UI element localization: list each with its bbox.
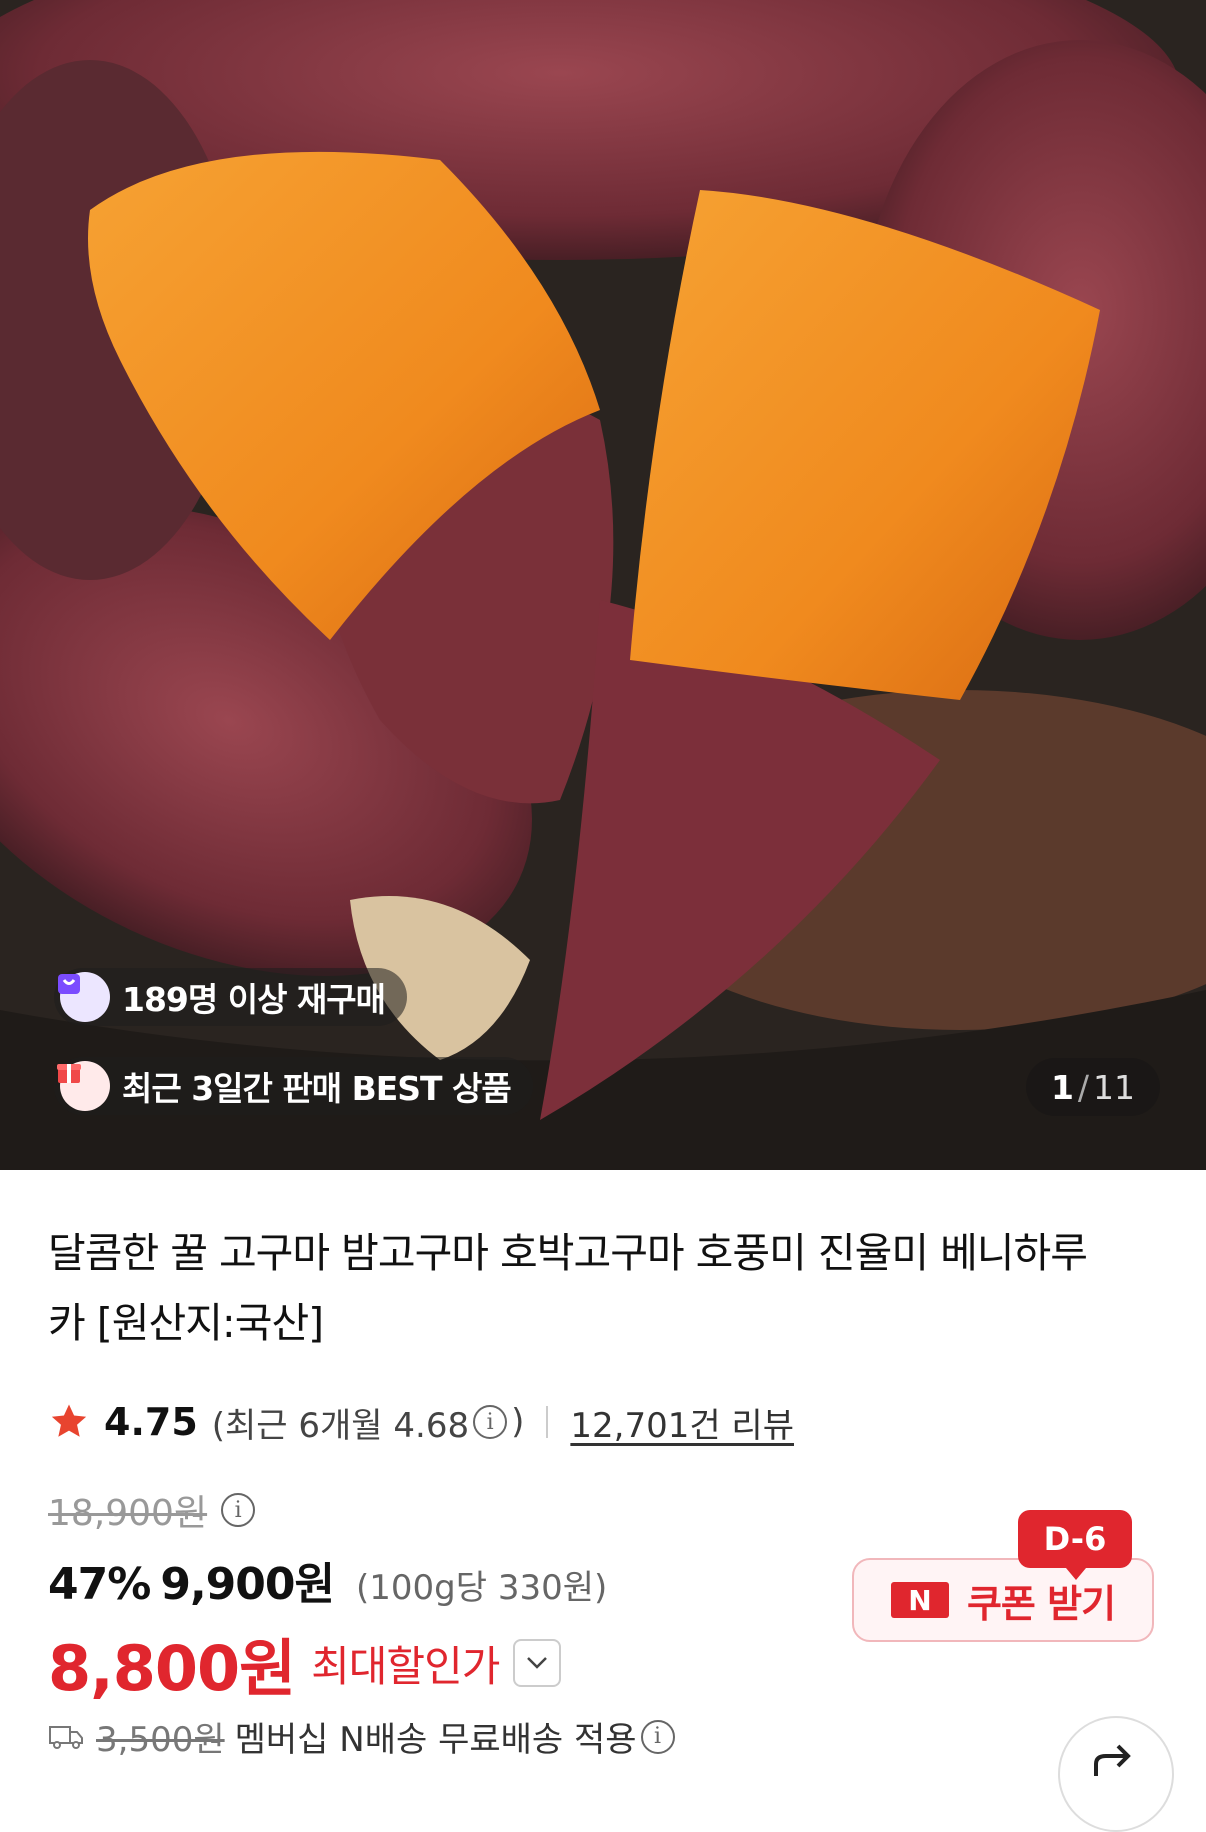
shipping-row: 3,500원 멤버십 N배송 무료배송 적용 i (48, 1712, 679, 1761)
rating-row: 4.75 (최근 6개월 4.68 i ) 12,701건 리뷰 (48, 1394, 794, 1450)
discount-percent: 47% (48, 1559, 151, 1610)
repurchase-badge: 189명 이상 재구매 (54, 968, 408, 1026)
original-price: 18,900원 (48, 1493, 208, 1534)
rating-score: 4.75 (104, 1400, 198, 1444)
original-price-row: 18,900원 i (48, 1484, 259, 1536)
recent-rating-text: (최근 6개월 4.68 (211, 1405, 470, 1446)
sale-price: 9,900원 (160, 1559, 335, 1610)
divider (546, 1406, 549, 1438)
final-price: 8,800원 (48, 1632, 296, 1705)
recent-rating: (최근 6개월 4.68 i ) (212, 1398, 525, 1447)
info-icon[interactable]: i (473, 1405, 508, 1439)
share-icon (1094, 1744, 1131, 1776)
shopping-bag-icon (58, 972, 110, 1022)
image-index-counter: 1 / 11 (1026, 1058, 1160, 1116)
final-price-label: 최대할인가 (311, 1641, 500, 1691)
max-discount-row: 8,800원 최대할인가 (48, 1618, 562, 1708)
unit-price: (100g당 330원) (355, 1568, 608, 1608)
best-seller-badge: 최근 3일간 판매 BEST 상품 (54, 1057, 533, 1115)
shipping-fee: 3,500원 (96, 1720, 225, 1760)
info-icon[interactable]: i (640, 1719, 675, 1754)
chevron-down-icon[interactable] (513, 1639, 562, 1687)
product-title: 달콤한 꿀 고구마 밤고구마 호박고구마 호풍미 진율미 베니하루카 [원산지:… (48, 1229, 1088, 1347)
coupon-button[interactable]: N 쿠폰 받기 (852, 1558, 1154, 1642)
info-icon[interactable]: i (221, 1493, 256, 1527)
image-index-total: 11 (1093, 1067, 1136, 1107)
share-button[interactable] (1058, 1716, 1174, 1832)
sale-price-row: 47% 9,900원 (100g당 330원) (48, 1548, 607, 1612)
review-count-link[interactable]: 12,701건 리뷰 (570, 1398, 794, 1447)
naver-n-icon: N (890, 1582, 949, 1618)
gift-box-icon (57, 1061, 110, 1111)
delivery-truck-icon (49, 1725, 83, 1749)
best-seller-badge-text: 최근 3일간 판매 BEST 상품 (122, 1069, 512, 1108)
shipping-text: 멤버십 N배송 무료배송 적용 (234, 1720, 637, 1760)
repurchase-badge-text: 189명 이상 재구매 (122, 980, 386, 1019)
recent-rating-close: ) (511, 1402, 525, 1442)
star-icon (51, 1404, 87, 1437)
dday-badge: D-6 (1018, 1510, 1132, 1580)
image-index-current: 1 (1050, 1067, 1074, 1107)
image-index-separator: / (1077, 1067, 1090, 1107)
coupon-button-label: 쿠폰 받기 (966, 1581, 1116, 1626)
product-image[interactable]: 189명 이상 재구매 최근 3일간 판매 BEST 상품 1 / 11 (0, 0, 1206, 1170)
